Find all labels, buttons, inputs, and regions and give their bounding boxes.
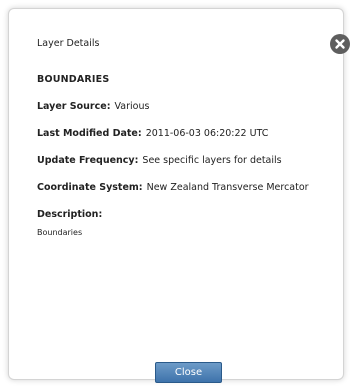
- layer-source-row: Layer Source: Various: [37, 101, 149, 112]
- coordinate-system-value: New Zealand Transverse Mercator: [146, 182, 309, 193]
- update-frequency-label: Update Frequency:: [37, 155, 139, 166]
- update-frequency-value: See specific layers for details: [142, 155, 282, 166]
- dialog-title: Layer Details: [37, 38, 100, 49]
- coordinate-system-row: Coordinate System: New Zealand Transverse…: [37, 182, 309, 193]
- last-modified-row: Last Modified Date: 2011-06-03 06:20:22 U…: [37, 128, 268, 139]
- last-modified-label: Last Modified Date:: [37, 128, 142, 139]
- layer-details-dialog: Layer Details BOUNDARIES Layer Source: Va…: [8, 8, 350, 383]
- update-frequency-row: Update Frequency: See specific layers for…: [37, 155, 282, 166]
- last-modified-value: 2011-06-03 06:20:22 UTC: [145, 128, 269, 139]
- layer-name: BOUNDARIES: [37, 74, 110, 85]
- layer-source-value: Various: [114, 101, 150, 112]
- description-label: Description:: [37, 209, 103, 220]
- close-x-glyph: [335, 39, 345, 49]
- close-icon[interactable]: [330, 34, 350, 54]
- layer-source-label: Layer Source:: [37, 101, 111, 112]
- description-value: Boundaries: [37, 228, 83, 237]
- coordinate-system-label: Coordinate System:: [37, 182, 143, 193]
- close-button[interactable]: Close: [155, 362, 222, 383]
